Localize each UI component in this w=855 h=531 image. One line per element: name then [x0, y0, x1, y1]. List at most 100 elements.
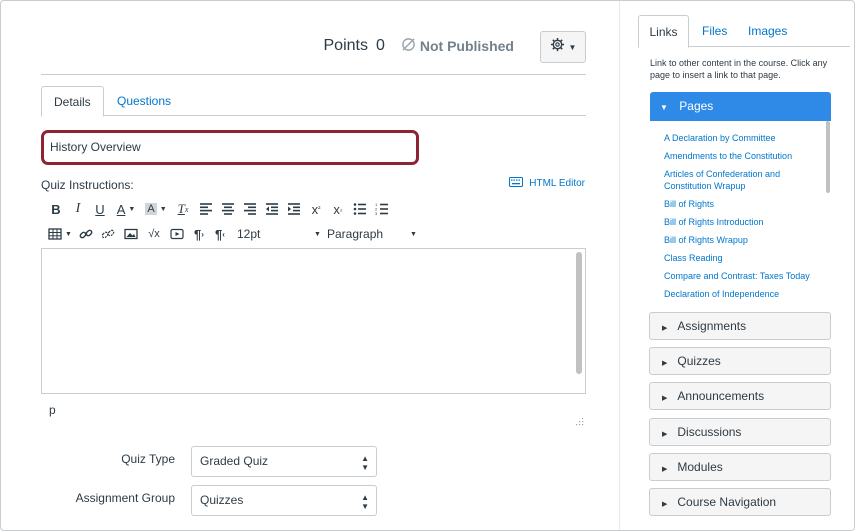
quiz-type-label: Quiz Type: [121, 452, 175, 466]
rich-text-editor-body[interactable]: [41, 248, 586, 394]
quiz-type-select[interactable]: Graded Quiz ▲ ▼: [191, 446, 377, 477]
background-color-icon[interactable]: A ▼: [141, 198, 171, 220]
keyboard-icon: [509, 177, 524, 190]
outdent-icon[interactable]: [261, 198, 283, 220]
chevron-right-icon: ▶: [662, 360, 668, 367]
tab-questions[interactable]: Questions: [105, 86, 183, 117]
rtl-paragraph-icon[interactable]: ¶ ‹: [209, 223, 231, 245]
unpublished-icon: [401, 37, 416, 55]
page-link[interactable]: A Declaration by Committee: [664, 132, 824, 144]
page-link[interactable]: Compare and Contrast: Taxes Today: [664, 270, 824, 282]
page-link[interactable]: Amendments to the Constitution: [664, 150, 824, 162]
gear-icon: [550, 37, 565, 57]
sidebar-section-quizzes[interactable]: ▶ Quizzes: [649, 347, 831, 375]
sidebar-section-course-navigation[interactable]: ▶ Course Navigation: [649, 488, 831, 516]
section-label: Discussions: [677, 425, 742, 439]
align-left-icon[interactable]: [195, 198, 217, 220]
page-link[interactable]: Bill of Rights: [664, 198, 824, 210]
image-icon[interactable]: [119, 223, 143, 245]
html-editor-link[interactable]: HTML Editor: [509, 177, 585, 190]
section-label: Modules: [677, 460, 723, 474]
quiz-title-input[interactable]: History Overview: [41, 130, 419, 165]
tab-images[interactable]: Images: [748, 15, 787, 48]
points-value: 0: [375, 37, 385, 54]
page-link[interactable]: Bill of Rights Wrapup: [664, 234, 824, 246]
paragraph-format-select[interactable]: Paragraph ▼: [321, 223, 417, 245]
font-size-value: 12pt: [237, 227, 261, 241]
align-right-icon[interactable]: [239, 198, 261, 220]
chevron-right-icon: ▶: [662, 395, 668, 402]
paragraph-format-value: Paragraph: [327, 227, 384, 241]
pages-header-label: Pages: [679, 99, 714, 113]
assignment-group-select[interactable]: Quizzes ▲ ▼: [191, 485, 377, 516]
editor-toolbar-insert: ▼ √x ¶ › ¶ ‹ 12pt ▼ Paragraph ▼: [45, 223, 417, 245]
pages-accordion-header[interactable]: ▼ Pages: [650, 92, 831, 121]
section-label: Assignments: [677, 319, 747, 333]
assignment-group-label: Assignment Group: [75, 491, 175, 505]
resize-handle-icon[interactable]: [576, 413, 584, 426]
ltr-paragraph-icon[interactable]: ¶ ›: [189, 223, 209, 245]
publish-status-text: Not Published: [419, 38, 514, 54]
unlink-icon[interactable]: [97, 223, 119, 245]
chevron-right-icon: ▶: [662, 501, 668, 508]
tab-files[interactable]: Files: [702, 15, 727, 48]
editor-toolbar-formatting: B I U A ▼ A ▼ Tx x² x₂ 123: [45, 198, 393, 220]
settings-menu-button[interactable]: ▼: [540, 31, 586, 63]
media-icon[interactable]: [165, 223, 189, 245]
editor-status-path: p: [49, 403, 56, 417]
quiz-tabs: Details Questions: [41, 86, 586, 117]
editor-scrollbar-thumb[interactable]: [576, 252, 582, 374]
sidebar-section-assignments[interactable]: ▶ Assignments: [649, 312, 831, 340]
points-display: Points 0 Not Published: [324, 37, 515, 55]
clear-formatting-icon[interactable]: Tx: [171, 198, 195, 220]
sidebar-section-announcements[interactable]: ▶ Announcements: [649, 382, 831, 410]
page-link[interactable]: Declaration of Independence: [664, 288, 824, 300]
tab-details[interactable]: Details: [41, 86, 104, 117]
svg-text:3: 3: [375, 211, 378, 216]
select-arrows-icon: ▲ ▼: [361, 493, 369, 511]
underline-icon[interactable]: U: [89, 198, 111, 220]
equation-icon[interactable]: √x: [143, 223, 165, 245]
assignment-group-value: Quizzes: [200, 493, 244, 507]
quiz-type-value: Graded Quiz: [200, 454, 269, 468]
numbered-list-icon[interactable]: 123: [371, 198, 393, 220]
page-link[interactable]: Articles of Confederation and Constituti…: [664, 168, 824, 192]
pages-scrollbar[interactable]: [826, 121, 830, 193]
bold-icon[interactable]: B: [45, 198, 67, 220]
table-icon[interactable]: ▼: [45, 223, 75, 245]
text-color-icon[interactable]: A ▼: [111, 198, 141, 220]
sidebar-tabs: Links Files Images: [638, 15, 850, 48]
tab-links[interactable]: Links: [638, 15, 689, 48]
sidebar-section-modules[interactable]: ▶ Modules: [649, 453, 831, 481]
sidebar-section-discussions[interactable]: ▶ Discussions: [649, 418, 831, 446]
quiz-edit-main: Points 0 Not Published ▼ Details Questio…: [1, 1, 611, 530]
points-label: Points: [323, 37, 368, 54]
bulleted-list-icon[interactable]: [349, 198, 371, 220]
content-sidebar: Links Files Images Link to other content…: [619, 1, 854, 530]
font-size-select[interactable]: 12pt ▼: [231, 223, 321, 245]
page-link[interactable]: Bill of Rights Introduction: [664, 216, 824, 228]
quiz-header: Points 0 Not Published ▼: [41, 31, 586, 75]
section-label: Course Navigation: [677, 495, 777, 509]
chevron-right-icon: ▶: [662, 466, 668, 473]
sidebar-hint: Link to other content in the course. Cli…: [650, 58, 828, 80]
chevron-down-icon: ▼: [568, 42, 577, 52]
html-editor-label: HTML Editor: [529, 178, 585, 189]
window-frame: Points 0 Not Published ▼ Details Questio…: [0, 0, 855, 531]
chevron-right-icon: ▶: [662, 431, 668, 438]
italic-icon[interactable]: I: [67, 198, 89, 220]
chevron-down-icon: ▼: [660, 103, 668, 112]
link-icon[interactable]: [75, 223, 97, 245]
subscript-icon[interactable]: x₂: [327, 198, 349, 220]
pages-list: A Declaration by Committee Amendments to…: [664, 132, 824, 306]
publish-status[interactable]: Not Published: [401, 37, 514, 55]
select-arrows-icon: ▲ ▼: [361, 454, 369, 472]
section-label: Announcements: [677, 389, 765, 403]
quiz-instructions-label: Quiz Instructions:: [41, 178, 134, 192]
page-link[interactable]: Class Reading: [664, 252, 824, 264]
section-label: Quizzes: [677, 354, 721, 368]
superscript-icon[interactable]: x²: [305, 198, 327, 220]
align-center-icon[interactable]: [217, 198, 239, 220]
chevron-right-icon: ▶: [662, 325, 668, 332]
indent-icon[interactable]: [283, 198, 305, 220]
